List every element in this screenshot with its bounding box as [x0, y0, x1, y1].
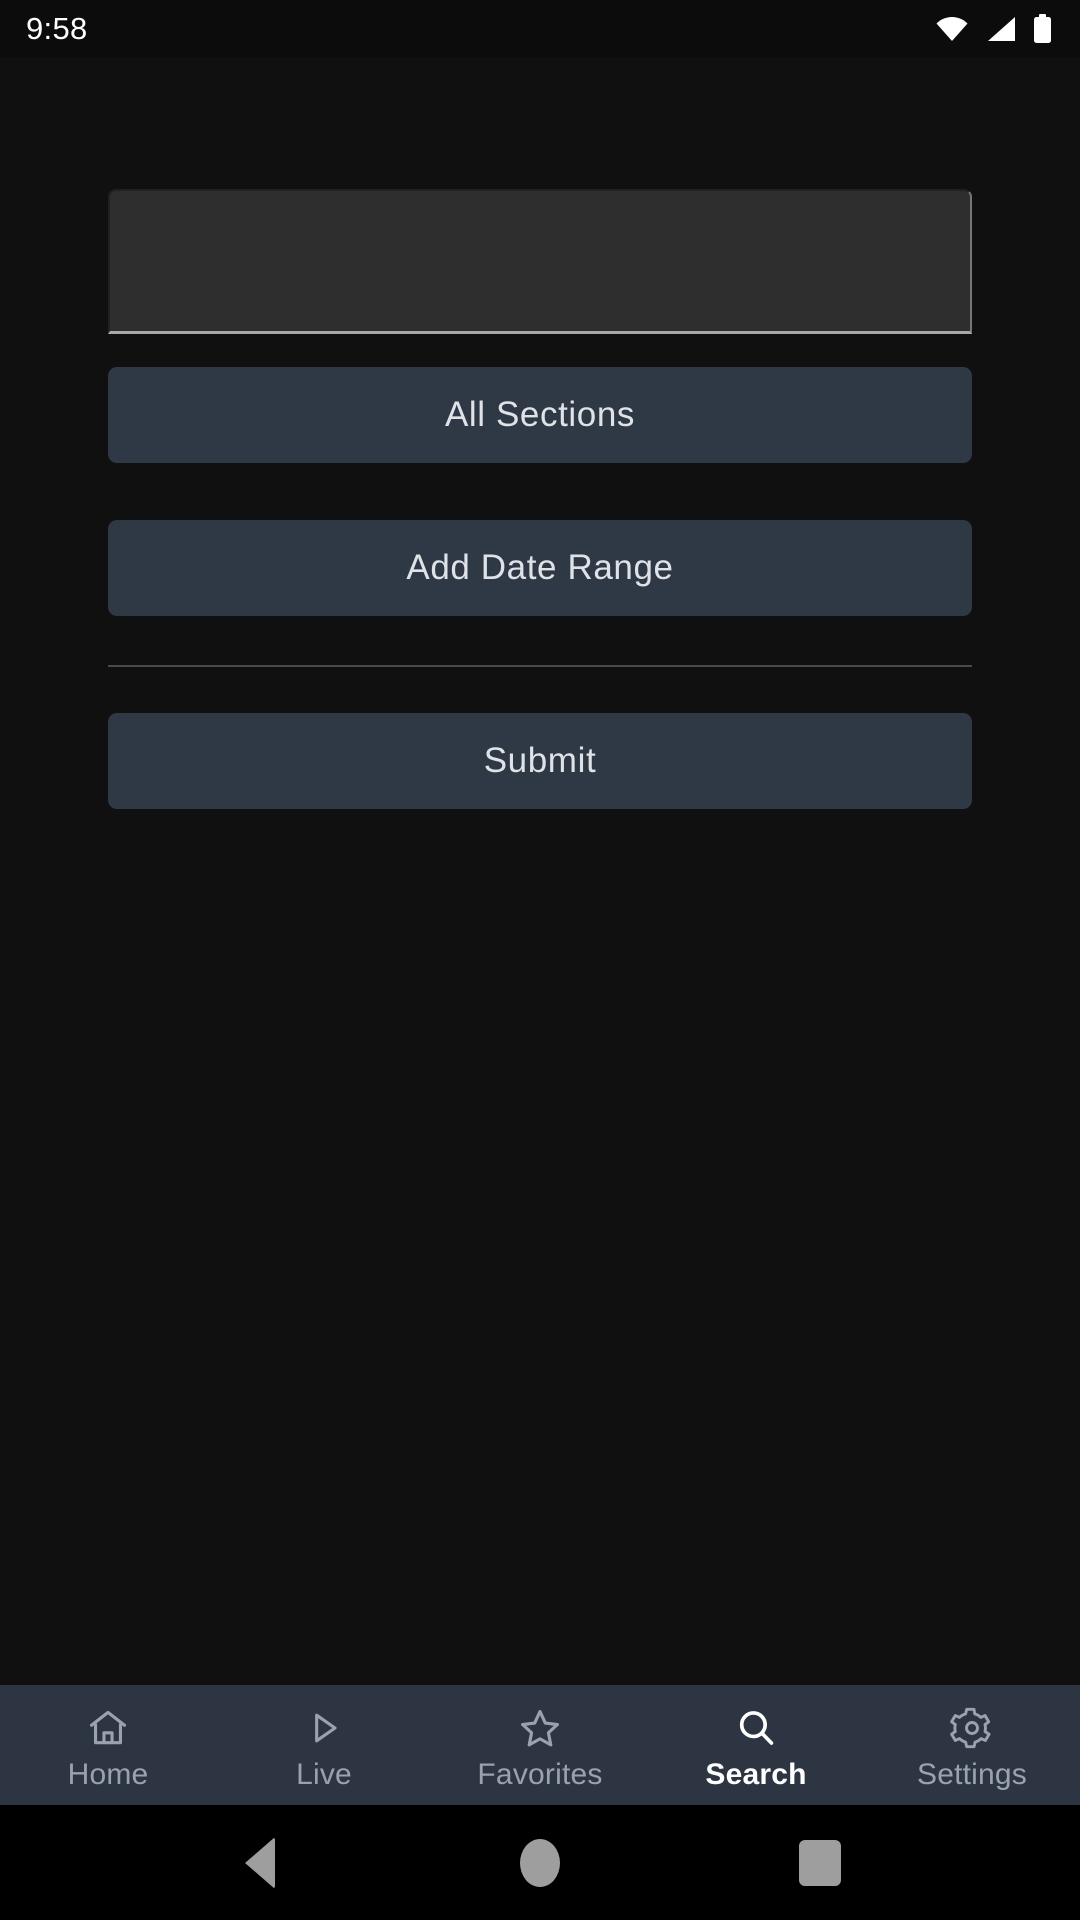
recents-button[interactable] [760, 1805, 880, 1920]
nav-item-settings[interactable]: Settings [864, 1685, 1080, 1805]
status-bar: 9:58 [0, 0, 1080, 57]
search-icon [734, 1705, 778, 1751]
nav-item-search[interactable]: Search [648, 1685, 864, 1805]
cellular-signal-icon [986, 16, 1016, 42]
form-divider [108, 665, 972, 667]
submit-button[interactable]: Submit [108, 713, 972, 809]
nav-item-favorites[interactable]: Favorites [432, 1685, 648, 1805]
star-icon [518, 1705, 562, 1751]
search-input[interactable] [108, 189, 972, 334]
home-button[interactable] [480, 1805, 600, 1920]
wifi-icon [935, 16, 969, 42]
battery-icon [1033, 13, 1052, 44]
nav-label-favorites: Favorites [477, 1757, 603, 1791]
app-screen: 9:58 All Sections Add Date Range Submit … [0, 0, 1080, 1920]
nav-label-home: Home [67, 1757, 149, 1791]
gear-icon [950, 1705, 994, 1751]
nav-label-settings: Settings [917, 1757, 1027, 1791]
android-system-nav [0, 1805, 1080, 1920]
status-icons [935, 13, 1052, 44]
nav-label-search: Search [705, 1757, 807, 1791]
back-triangle-icon [245, 1836, 275, 1889]
status-clock: 9:58 [26, 11, 88, 46]
recents-square-icon [799, 1839, 841, 1886]
back-button[interactable] [200, 1805, 320, 1920]
home-icon [86, 1705, 130, 1751]
bottom-navigation: Home Live Favorites Search Settings [0, 1685, 1080, 1805]
play-icon [302, 1705, 346, 1751]
all-sections-button[interactable]: All Sections [108, 367, 972, 463]
search-form: All Sections Add Date Range Submit [0, 57, 1080, 1685]
nav-item-live[interactable]: Live [216, 1685, 432, 1805]
add-date-range-button[interactable]: Add Date Range [108, 520, 972, 616]
nav-item-home[interactable]: Home [0, 1685, 216, 1805]
home-circle-icon [520, 1838, 560, 1887]
nav-label-live: Live [296, 1757, 352, 1791]
